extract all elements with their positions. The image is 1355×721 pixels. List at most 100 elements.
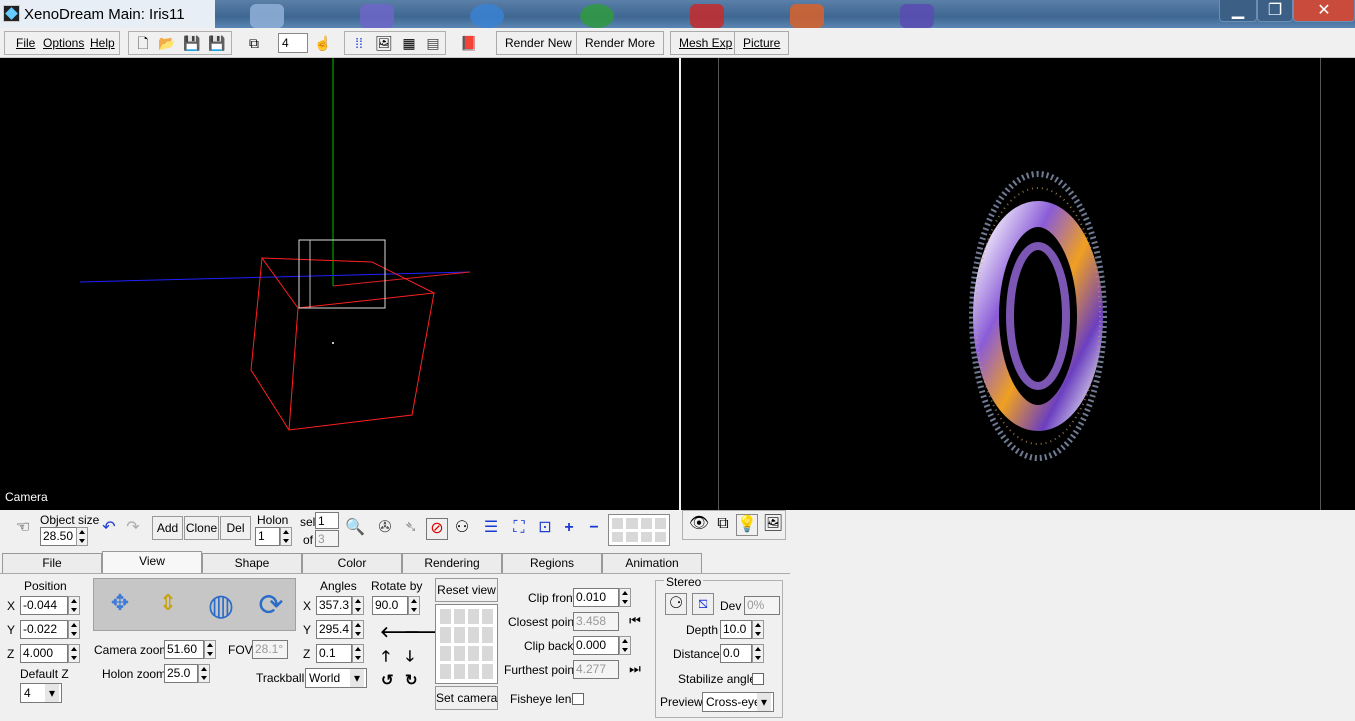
angle-x-spin[interactable] <box>352 596 364 615</box>
tab-color[interactable]: Color <box>302 553 402 573</box>
tab-animation[interactable]: Animation <box>602 553 702 573</box>
position-z-spin[interactable] <box>68 644 80 663</box>
light-bulb-icon[interactable]: 💡 <box>736 514 758 536</box>
picture-icon[interactable]: 🖼 <box>762 514 784 536</box>
angle-z-spin[interactable] <box>352 644 364 663</box>
default-z-dropdown[interactable]: 4 <box>20 683 62 703</box>
render-more-button[interactable]: Render More <box>576 31 665 55</box>
menu-file[interactable]: File <box>16 36 35 50</box>
menu-help[interactable]: Help <box>90 36 115 50</box>
expand-frame-icon[interactable]: ⊡ <box>534 518 556 540</box>
holon-spin[interactable] <box>280 527 292 546</box>
angle-z-field[interactable]: 0.1 <box>316 644 352 663</box>
dots-grid-icon[interactable]: ⁞⁞ <box>350 34 368 52</box>
orbit-sphere-icon[interactable]: ◍ <box>204 589 238 623</box>
open-folder-icon[interactable]: 📂 <box>158 34 176 52</box>
rotate-by-field[interactable]: 90.0 <box>372 596 408 615</box>
object-size-field[interactable]: 28.50 <box>40 527 77 546</box>
tab-rendering[interactable]: Rendering <box>402 553 502 573</box>
position-x-spin[interactable] <box>68 596 80 615</box>
depth-spin[interactable] <box>752 620 764 639</box>
save-icon[interactable]: 💾 <box>183 34 201 52</box>
palette-icon[interactable]: ▤ <box>424 34 442 52</box>
image-icon[interactable]: 🖼 <box>375 34 393 52</box>
reset-view-button[interactable]: Reset view <box>435 578 498 602</box>
undo-icon[interactable]: ↶ <box>98 518 120 540</box>
clip-back-spin[interactable] <box>619 636 631 655</box>
tab-regions[interactable]: Regions <box>502 553 602 573</box>
holon-zoom-spin[interactable] <box>198 664 210 683</box>
distance-field[interactable]: 0.0 <box>720 644 752 663</box>
eye-icon[interactable]: 👁 <box>688 514 710 536</box>
preview-dropdown[interactable]: Cross-eye <box>702 692 774 712</box>
camera-zoom-spin[interactable] <box>204 640 216 659</box>
roll-ccw-icon[interactable]: ↺ <box>381 671 394 689</box>
render-viewport[interactable] <box>681 58 1355 510</box>
close-button[interactable]: ✕ <box>1293 0 1355 22</box>
jump-end-icon[interactable]: ⏭ <box>624 659 646 681</box>
rotate-sphere-icon[interactable]: ⟳ <box>254 589 288 623</box>
object-size-spin[interactable] <box>76 527 88 546</box>
save-as-icon[interactable]: 💾 <box>208 34 226 52</box>
sel-field[interactable]: 1 <box>315 512 339 529</box>
stabilize-angle-checkbox[interactable] <box>752 673 764 685</box>
rotate-down-arrow-icon[interactable]: 🡓 <box>406 646 414 671</box>
minimize-button[interactable]: ▁ <box>1219 0 1257 22</box>
quality-spinner[interactable]: 4 <box>278 33 308 53</box>
move-hand-icon[interactable]: ☜ <box>12 518 34 540</box>
camera-slots-grid[interactable] <box>435 604 498 684</box>
vertical-move-icon[interactable]: ⇕ <box>157 592 179 615</box>
glasses-icon[interactable]: ⚇ <box>451 518 473 540</box>
tab-shape[interactable]: Shape <box>202 553 302 573</box>
stereo-mode-icon[interactable]: ⧅ <box>692 593 714 615</box>
holon-field[interactable]: 1 <box>255 527 280 546</box>
angle-x-field[interactable]: 357.3 <box>316 596 352 615</box>
position-y-field[interactable]: -0.022 <box>20 620 68 639</box>
tab-view[interactable]: View <box>102 551 202 574</box>
rotate-up-arrow-icon[interactable]: 🡑 <box>382 646 390 671</box>
menu-options[interactable]: Options <box>43 36 84 50</box>
depth-field[interactable]: 10.0 <box>720 620 752 639</box>
add-button[interactable]: Add <box>152 516 183 540</box>
fit-frame-icon[interactable]: ⛶ <box>508 518 530 540</box>
hand-icon[interactable]: ☝ <box>314 34 332 52</box>
jump-start-icon[interactable]: ⏮ <box>624 611 646 633</box>
binoculars-icon[interactable]: ⚆ <box>665 593 687 615</box>
camera-zoom-field[interactable]: 51.60 <box>164 640 204 659</box>
satellite-icon[interactable]: ✇ <box>374 518 396 540</box>
minus-icon[interactable]: − <box>583 518 605 540</box>
plus-icon[interactable]: + <box>558 518 580 540</box>
position-z-field[interactable]: 4.000 <box>20 644 68 663</box>
maximize-button[interactable]: ❐ <box>1257 0 1293 22</box>
clip-front-field[interactable]: 0.010 <box>573 588 619 607</box>
roll-cw-icon[interactable]: ↻ <box>405 671 418 689</box>
distance-spin[interactable] <box>752 644 764 663</box>
clone-button[interactable]: Clone <box>184 516 219 540</box>
new-file-icon[interactable]: 🗋 <box>134 34 152 52</box>
position-y-spin[interactable] <box>68 620 80 639</box>
position-x-field[interactable]: -0.044 <box>20 596 68 615</box>
holon-zoom-field[interactable]: 25.0 <box>164 664 198 683</box>
numbered-list-icon[interactable]: ☰ <box>480 518 502 540</box>
clip-front-spin[interactable] <box>619 588 631 607</box>
picture-button[interactable]: Picture <box>734 31 790 55</box>
copy-icon[interactable]: ⧉ <box>245 34 263 52</box>
grid-icon[interactable]: ▦ <box>400 34 418 52</box>
layers-icon[interactable]: ⧉ <box>712 514 734 536</box>
rotate-by-spin[interactable] <box>408 596 420 615</box>
layout-grid-button[interactable] <box>608 514 670 546</box>
clip-back-field[interactable]: 0.000 <box>573 636 619 655</box>
move-arrows-icon[interactable]: ✥ <box>109 592 131 615</box>
trackball-dropdown[interactable]: World <box>305 668 367 688</box>
render-new-button[interactable]: Render New <box>496 31 581 55</box>
set-camera-button[interactable]: Set camera <box>435 686 498 710</box>
no-entry-icon[interactable]: ⊘ <box>426 518 448 540</box>
pointer-icon[interactable]: ➴ <box>400 518 422 540</box>
tab-file[interactable]: File <box>2 553 102 573</box>
mesh-export-button[interactable]: Mesh Exp <box>670 31 742 55</box>
wireframe-viewport[interactable]: Camera <box>0 58 679 510</box>
angle-y-field[interactable]: 295.4 <box>316 620 352 639</box>
angle-y-spin[interactable] <box>352 620 364 639</box>
fisheye-checkbox[interactable] <box>572 693 584 705</box>
book-icon[interactable]: 📕 <box>460 34 478 52</box>
